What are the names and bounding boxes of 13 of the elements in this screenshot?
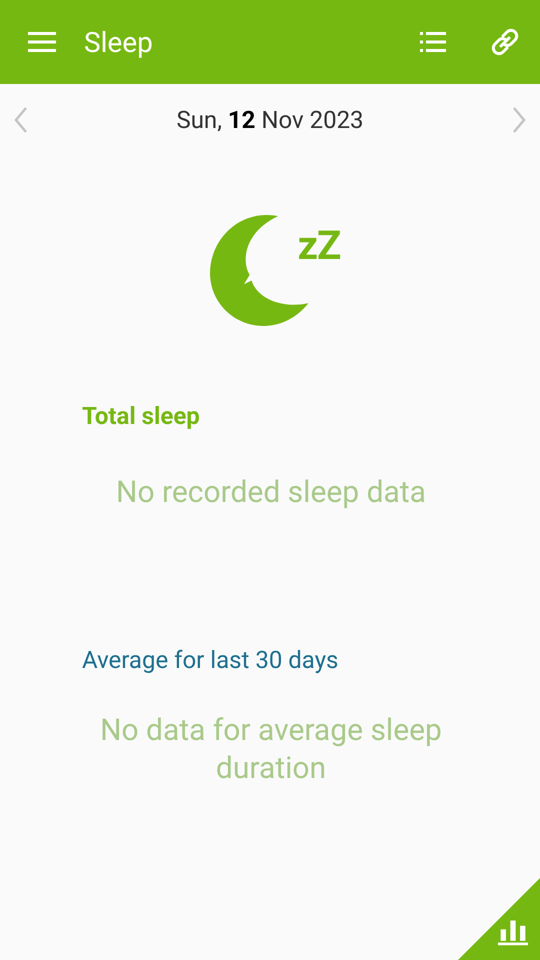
section-heading: Total sleep [82, 402, 201, 430]
link-icon[interactable] [490, 27, 520, 57]
menu-icon[interactable] [28, 31, 56, 53]
screen-title: Sleep [84, 26, 153, 58]
empty-message: No recorded sleep data [115, 474, 427, 512]
previous-day-icon[interactable] [13, 106, 29, 134]
date-label: Sun, 12 Nov 2023 [176, 106, 364, 134]
snore-letters: zZ [298, 222, 340, 269]
next-day-icon[interactable] [511, 106, 527, 134]
list-icon[interactable] [420, 31, 446, 53]
section-heading: Average for last 30 days [82, 646, 340, 674]
empty-message: No data for average sleep duration [99, 712, 443, 788]
bar-chart-icon [498, 918, 528, 946]
